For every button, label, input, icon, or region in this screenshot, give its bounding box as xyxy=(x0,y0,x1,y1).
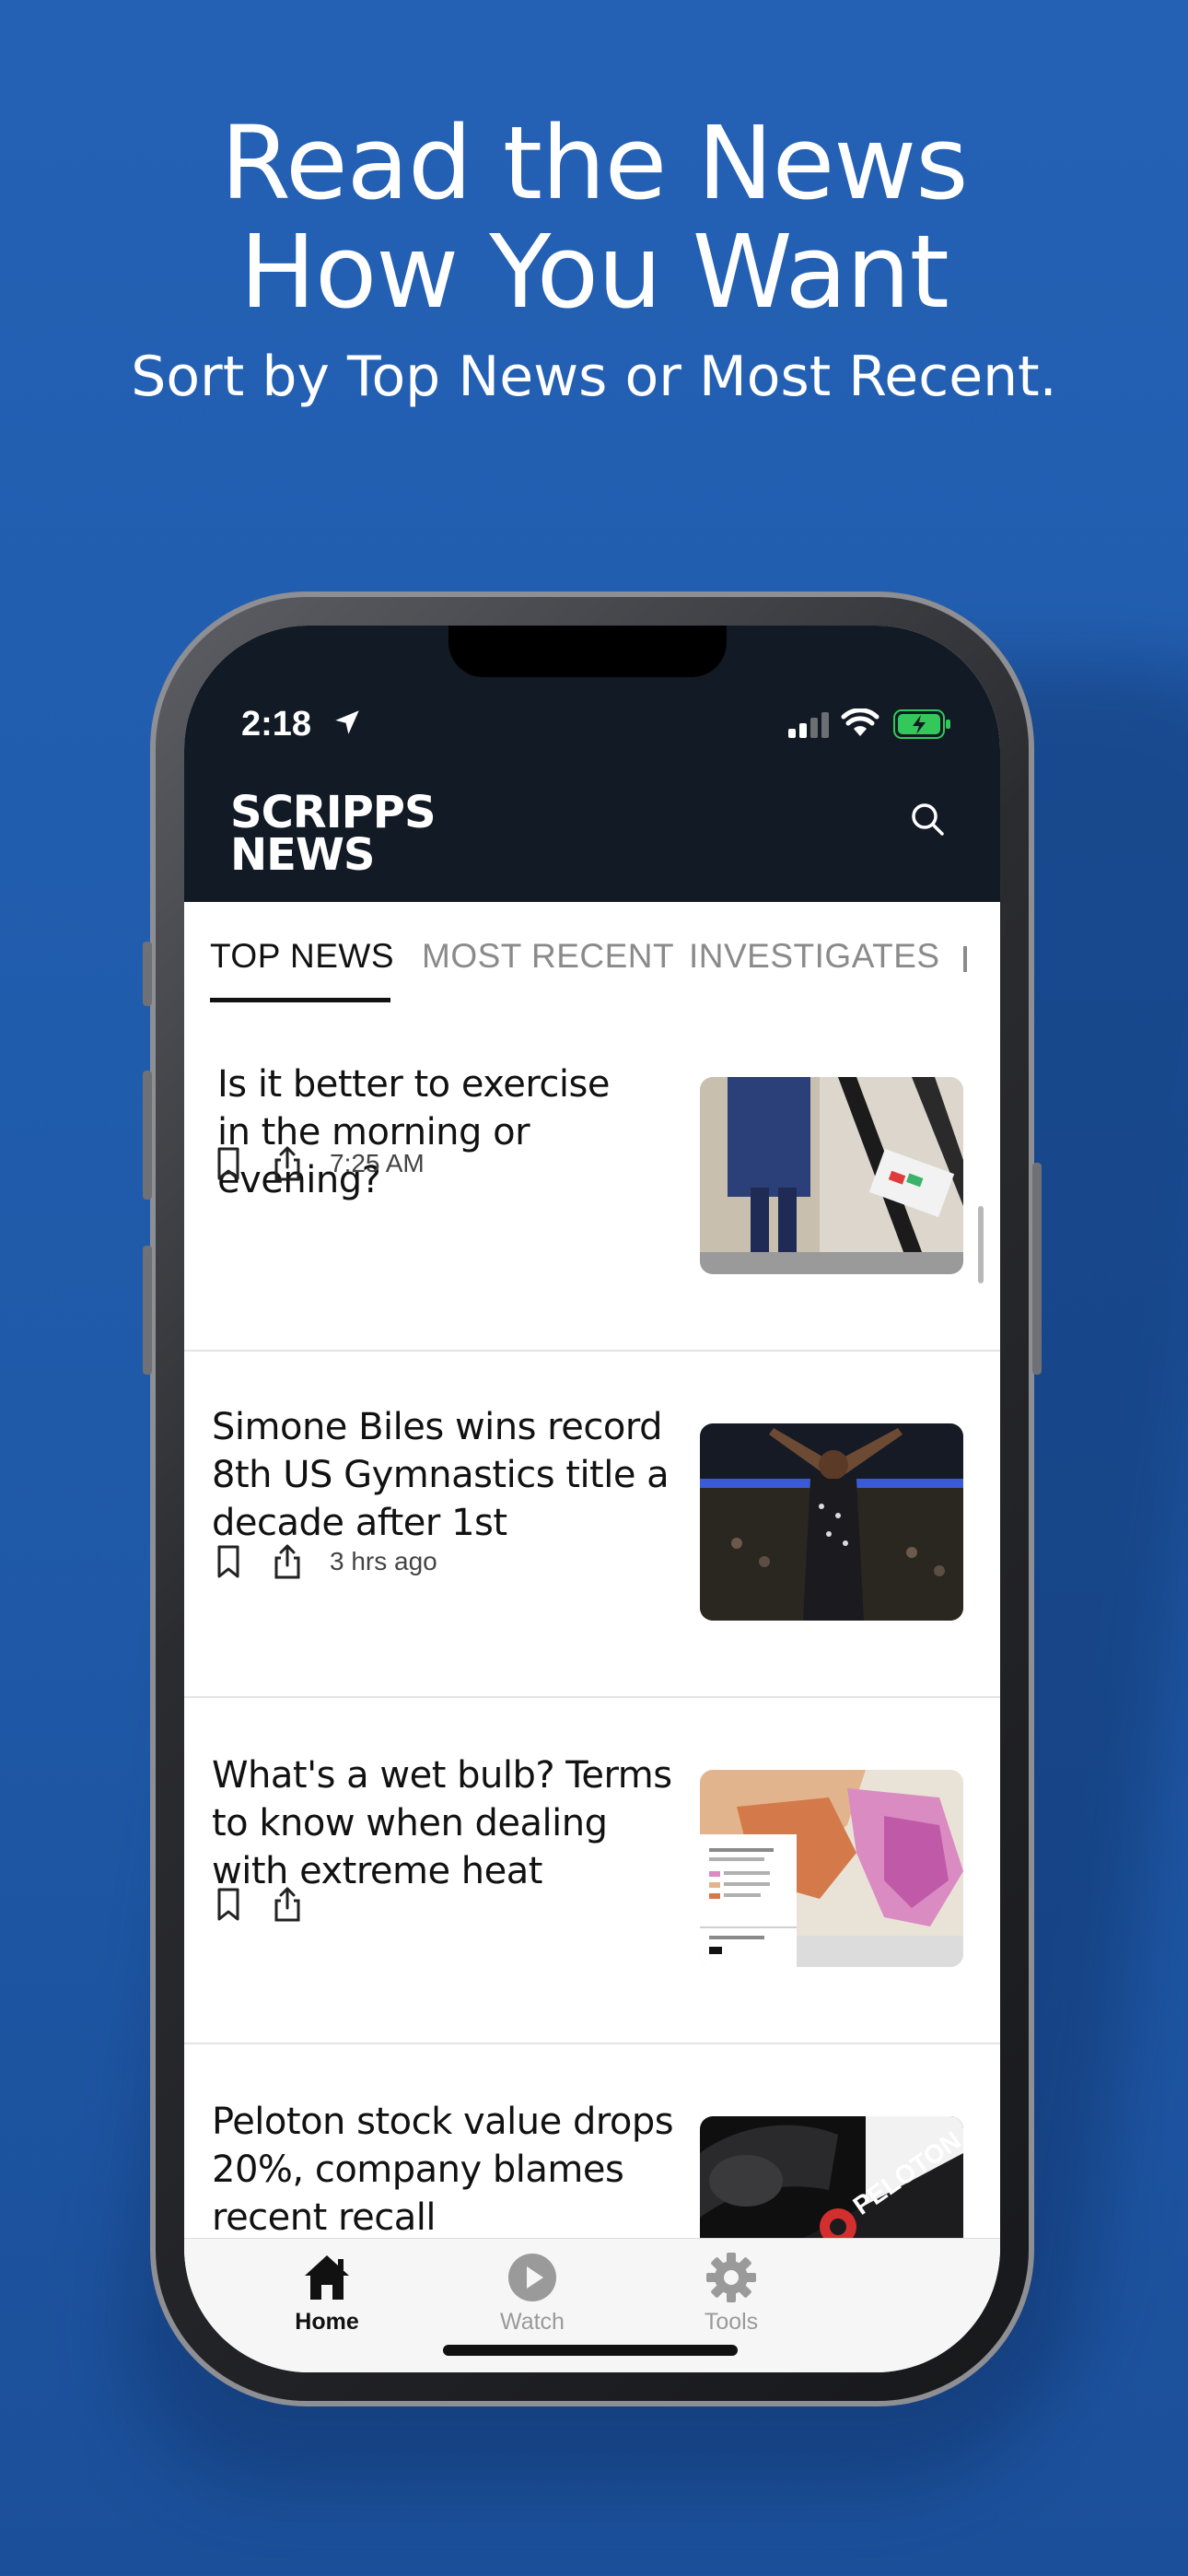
logo-word-scripps: SCRIPPS xyxy=(230,787,437,838)
article-timestamp: 7:25 AM xyxy=(330,1149,425,1177)
bookmark-icon[interactable] xyxy=(212,1145,245,1182)
nav-home-label: Home xyxy=(295,2309,359,2335)
article-title[interactable]: Simone Biles wins record 8th US Gymnasti… xyxy=(212,1403,681,1547)
article-meta: 3 hrs ago xyxy=(212,1543,437,1580)
bookmark-icon[interactable] xyxy=(212,1886,245,1923)
side-button xyxy=(143,942,152,1006)
article-title[interactable]: Is it better to exercise in the morning … xyxy=(217,1060,623,1204)
article-card[interactable]: Peloton stock value drops 20%, company b… xyxy=(184,2043,1000,2238)
wifi-icon xyxy=(841,708,879,736)
headline-line-1: Read the News xyxy=(220,104,968,222)
share-icon[interactable] xyxy=(271,1543,304,1580)
tab-investigates[interactable]: INVESTIGATES xyxy=(689,937,940,976)
nav-tools-label: Tools xyxy=(704,2309,759,2335)
battery-charging-icon xyxy=(893,709,950,739)
volume-down-button xyxy=(143,1246,152,1375)
status-time: 2:18 xyxy=(241,705,312,744)
article-feed[interactable]: Is it better to exercise in the morning … xyxy=(184,1003,1000,2238)
article-card[interactable]: Simone Biles wins record 8th US Gymnasti… xyxy=(184,1350,1000,1698)
logo-word-news: NEWS xyxy=(230,829,375,881)
tab-next-partial[interactable] xyxy=(963,946,967,972)
article-card[interactable]: Is it better to exercise in the morning … xyxy=(184,1003,1000,1352)
app-header: 2:18 SCRIPPS NEWS xyxy=(184,626,1000,902)
promo-subheadline: Sort by Top News or Most Recent. xyxy=(131,345,1057,409)
share-icon[interactable] xyxy=(271,1886,304,1923)
search-icon[interactable] xyxy=(907,799,948,839)
tab-most-recent[interactable]: MOST RECENT xyxy=(422,937,674,976)
nav-watch[interactable]: Watch xyxy=(477,2248,588,2336)
phone-frame: 2:18 SCRIPPS NEWS TOP NEWS MOST RECENT I… xyxy=(143,591,1042,2406)
article-meta xyxy=(212,1886,330,1923)
article-thumbnail-gymnast[interactable] xyxy=(700,1423,963,1621)
nav-home[interactable]: Home xyxy=(272,2248,382,2336)
nav-watch-label: Watch xyxy=(500,2309,565,2335)
tab-top-news[interactable]: TOP NEWS xyxy=(210,937,394,976)
article-meta: 7:25 AM xyxy=(212,1145,425,1182)
volume-up-button xyxy=(143,1071,152,1200)
scripps-news-logo[interactable]: SCRIPPS NEWS xyxy=(230,787,437,881)
article-title[interactable]: What's a wet bulb? Terms to know when de… xyxy=(212,1751,691,1895)
article-thumbnail-peloton[interactable]: PELOTON xyxy=(700,2116,963,2238)
share-icon[interactable] xyxy=(271,1145,304,1182)
article-thumbnail-heat-map[interactable] xyxy=(700,1770,963,1967)
headline-line-2: How You Want xyxy=(239,213,949,331)
section-tabs: TOP NEWS MOST RECENT INVESTIGATES xyxy=(184,902,1000,1003)
play-icon xyxy=(508,2254,556,2301)
active-tab-indicator xyxy=(210,998,390,1002)
article-card[interactable]: What's a wet bulb? Terms to know when de… xyxy=(184,1696,1000,2044)
location-arrow-icon xyxy=(335,710,359,734)
phone-screen: 2:18 SCRIPPS NEWS TOP NEWS MOST RECENT I… xyxy=(184,626,1000,2372)
article-timestamp: 3 hrs ago xyxy=(330,1547,437,1575)
gear-icon xyxy=(706,2253,756,2302)
home-indicator[interactable] xyxy=(443,2345,738,2356)
home-icon xyxy=(305,2255,349,2300)
notch xyxy=(448,626,727,677)
promo-headline: Read the News How You Want Sort by Top N… xyxy=(0,109,1188,409)
article-title[interactable]: Peloton stock value drops 20%, company b… xyxy=(212,2098,691,2238)
bookmark-icon[interactable] xyxy=(212,1543,245,1580)
nav-tools[interactable]: Tools xyxy=(676,2248,786,2336)
cellular-signal-icon xyxy=(788,712,829,738)
article-thumbnail-treadmill[interactable] xyxy=(700,1077,963,1274)
power-button xyxy=(1032,1163,1042,1375)
